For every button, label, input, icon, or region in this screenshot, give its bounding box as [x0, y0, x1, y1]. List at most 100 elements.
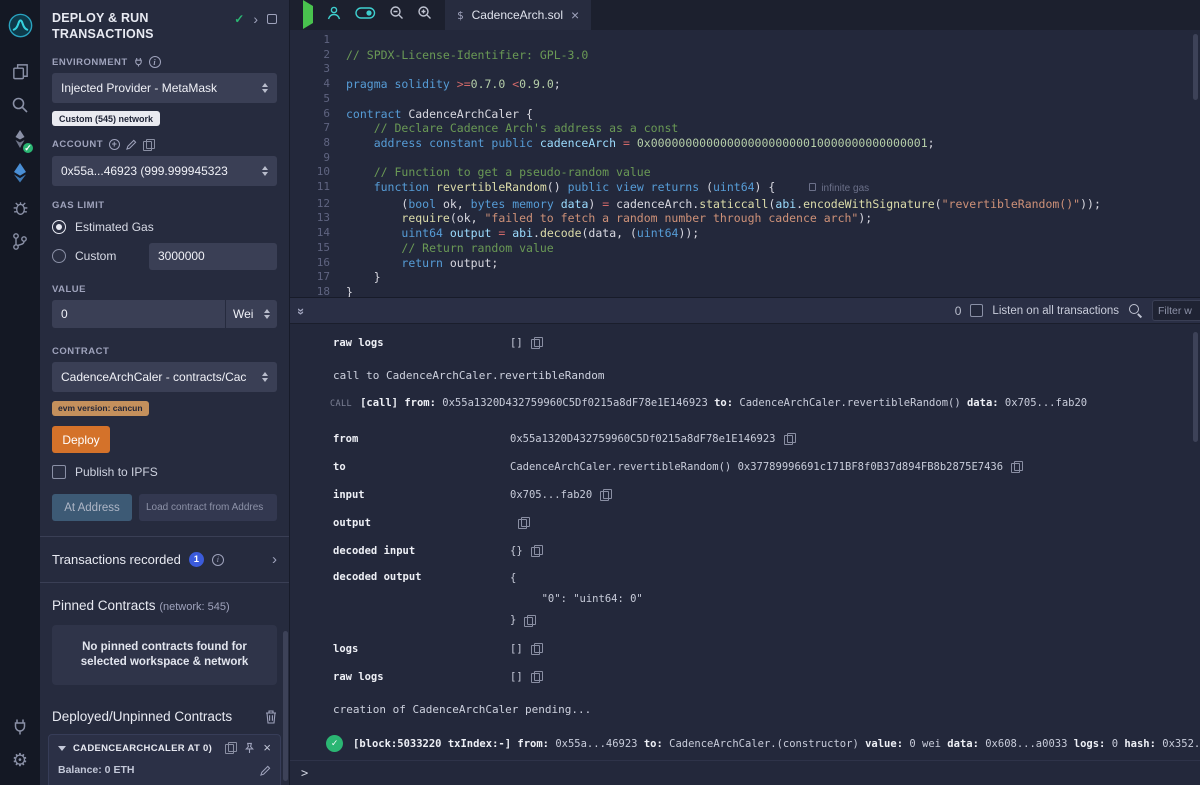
code-line: 7 // Declare Cadence Arch's address as a…: [290, 121, 1200, 136]
clear-deployed-icon[interactable]: [265, 710, 277, 724]
terminal-prompt: >: [301, 766, 308, 780]
terminal-message: call to CadenceArchCaler.revertibleRando…: [290, 369, 1200, 382]
evm-version-badge: evm version: cancun: [52, 401, 149, 416]
code-line: 16 return output;: [290, 256, 1200, 271]
source-control-icon[interactable]: [0, 224, 40, 258]
sidepanel-scrollbar[interactable]: [283, 631, 288, 781]
terminal-tx-success-entry: ✓[block:5033220 txIndex:-] from: 0x55a..…: [290, 735, 1200, 752]
environment-info-icon[interactable]: i: [149, 56, 161, 68]
value-unit-select[interactable]: Wei: [225, 300, 277, 328]
tab-cadencearch-sol[interactable]: $ CadenceArch.sol ×: [445, 0, 591, 30]
copy-icon[interactable]: [531, 545, 542, 557]
zoom-in-icon[interactable]: [417, 5, 432, 25]
editor-toolbar: $ CadenceArch.sol ×: [290, 0, 1200, 30]
line-number: 3: [290, 62, 330, 77]
terminal-message: creation of CadenceArchCaler pending...: [290, 703, 1200, 716]
panel-expand-icon[interactable]: ›: [253, 13, 258, 25]
copy-icon[interactable]: [531, 337, 542, 349]
account-select[interactable]: 0x55a...46923 (999.999945323: [52, 156, 277, 186]
remix-logo-icon[interactable]: [0, 6, 40, 44]
edit-balance-icon[interactable]: [260, 765, 271, 776]
pin-contract-icon[interactable]: [244, 742, 255, 754]
copy-icon[interactable]: [531, 671, 542, 683]
copy-icon[interactable]: [531, 643, 542, 655]
code-line: 12 (bool ok, bytes memory data) = cadenc…: [290, 197, 1200, 212]
code-line: 6contract CadenceArchCaler {: [290, 107, 1200, 122]
close-tab-icon[interactable]: ×: [571, 10, 579, 20]
terminal-detail-row: input0x705...fab20: [290, 481, 1200, 509]
line-number: 13: [290, 211, 330, 226]
popout-window-icon[interactable]: [267, 14, 277, 24]
plugin-manager-icon[interactable]: [0, 709, 40, 743]
custom-gas-option[interactable]: Custom: [52, 243, 277, 270]
ipfs-checkbox[interactable]: [52, 465, 66, 479]
debugger-icon[interactable]: [0, 190, 40, 224]
run-script-button[interactable]: [303, 6, 313, 24]
code-editor[interactable]: 12// SPDX-License-Identifier: GPL-3.034p…: [290, 30, 1200, 297]
environment-select[interactable]: Injected Provider - MetaMask: [52, 73, 277, 103]
line-number: 18: [290, 285, 330, 297]
pinned-contracts-title: Pinned Contracts (network: 545): [40, 583, 289, 621]
copy-address-icon[interactable]: [225, 742, 236, 754]
line-number: 2: [290, 48, 330, 63]
terminal-filter-input[interactable]: [1152, 300, 1200, 321]
listen-all-checkbox[interactable]: [970, 304, 983, 317]
terminal: » 0 Listen on all transactions raw logs[…: [290, 297, 1200, 785]
add-account-icon[interactable]: +: [109, 139, 120, 150]
deploy-button[interactable]: Deploy: [52, 426, 110, 453]
file-explorer-icon[interactable]: [0, 54, 40, 88]
code-line: 3: [290, 62, 1200, 77]
terminal-collapse-icon[interactable]: »: [294, 308, 309, 313]
terminal-search-icon[interactable]: [1128, 303, 1143, 318]
custom-gas-input[interactable]: [149, 243, 277, 270]
copilot-toggle-icon[interactable]: [355, 6, 376, 25]
estimated-gas-option[interactable]: Estimated Gas: [52, 220, 277, 234]
estimated-gas-radio[interactable]: [52, 220, 66, 234]
transactions-recorded-row: Transactions recorded 1 i ›: [40, 537, 289, 582]
compile-success-badge: ✓: [21, 141, 35, 155]
line-number: 15: [290, 241, 330, 256]
pinned-network-label: (network: 545): [159, 601, 229, 613]
transactions-info-icon[interactable]: i: [212, 554, 224, 566]
at-address-input[interactable]: [139, 494, 277, 521]
value-input[interactable]: [52, 300, 225, 328]
terminal-scrollbar[interactable]: [1193, 332, 1198, 442]
code-line: 17 }: [290, 270, 1200, 285]
code-line: 1: [290, 33, 1200, 48]
code-line: 11 function revertibleRandom() public vi…: [290, 180, 1200, 197]
contract-label: CONTRACT: [52, 346, 109, 357]
edit-account-icon[interactable]: [126, 139, 137, 150]
code-line: 18}: [290, 285, 1200, 297]
search-icon[interactable]: [0, 88, 40, 122]
copy-icon[interactable]: [600, 489, 611, 501]
solidity-compiler-icon[interactable]: ✓: [0, 122, 40, 156]
line-number: 4: [290, 77, 330, 92]
copy-icon[interactable]: [1011, 461, 1022, 473]
settings-icon[interactable]: ⚙: [0, 743, 40, 777]
transactions-count-badge: 1: [189, 552, 204, 567]
custom-gas-radio[interactable]: [52, 249, 66, 263]
transactions-expand-icon[interactable]: ›: [272, 551, 277, 568]
terminal-toolbar: » 0 Listen on all transactions: [290, 297, 1200, 324]
contract-balance: Balance: 0 ETH: [58, 764, 134, 776]
copy-icon[interactable]: [524, 615, 535, 627]
at-address-button[interactable]: At Address: [52, 494, 132, 521]
copy-account-icon[interactable]: [143, 139, 154, 151]
editor-scrollbar[interactable]: [1193, 34, 1198, 100]
deploy-run-icon[interactable]: [0, 156, 40, 190]
ai-assistant-icon[interactable]: [326, 5, 342, 26]
plug-icon: [134, 57, 143, 67]
contract-select[interactable]: CadenceArchCaler - contracts/Cac: [52, 362, 277, 392]
solidity-file-icon: $: [457, 9, 464, 22]
panel-check-icon: ✓: [234, 12, 244, 26]
copy-icon[interactable]: [784, 433, 795, 445]
zoom-out-icon[interactable]: [389, 5, 404, 25]
terminal-prompt-row[interactable]: >: [290, 760, 1200, 785]
remove-contract-icon[interactable]: ×: [263, 743, 271, 753]
terminal-body: raw logs[]call to CadenceArchCaler.rever…: [290, 324, 1200, 760]
gas-limit-label: GAS LIMIT: [52, 200, 105, 211]
network-badge: Custom (545) network: [52, 111, 160, 126]
copy-icon[interactable]: [518, 517, 529, 529]
publish-ipfs-option[interactable]: Publish to IPFS: [52, 465, 277, 479]
collapse-contract-icon[interactable]: [58, 746, 66, 751]
